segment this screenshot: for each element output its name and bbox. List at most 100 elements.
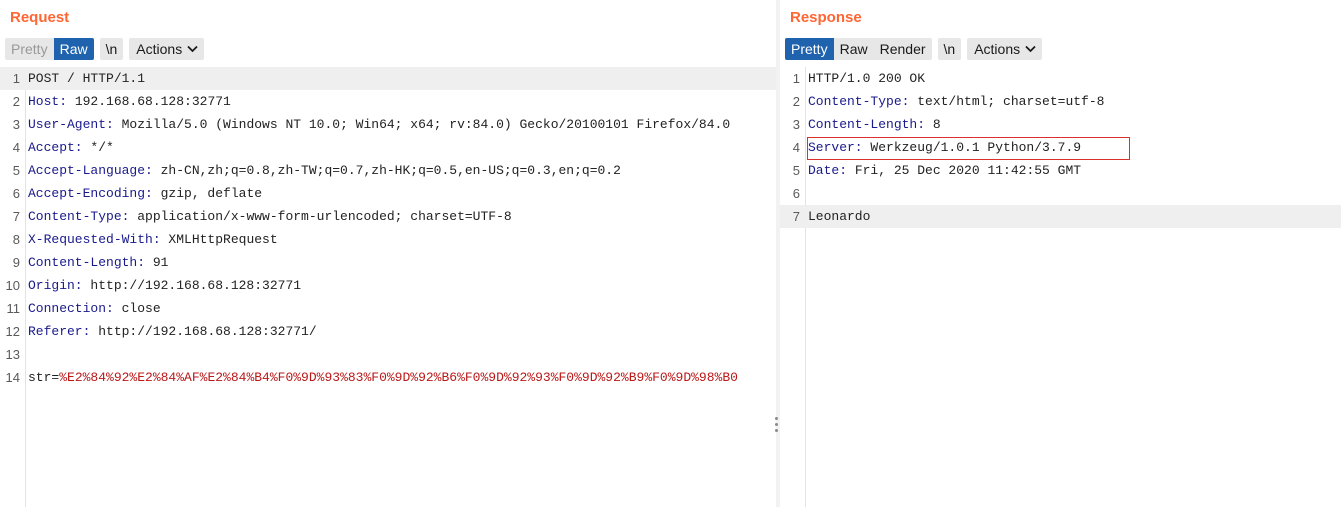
response-tab-render[interactable]: Render [874, 38, 932, 60]
line-text [806, 182, 1341, 205]
response-line: 5 Date: Fri, 25 Dec 2020 11:42:55 GMT [780, 159, 1341, 182]
line-number: 2 [12, 94, 20, 109]
header-value: XMLHttpRequest [160, 232, 278, 247]
header-name: Content-Length: [808, 117, 926, 132]
request-line: 8 X-Requested-With: XMLHttpRequest [0, 228, 776, 251]
line-number: 4 [12, 140, 20, 155]
response-editor[interactable]: 1 HTTP/1.0 200 OK 2 Content-Type: text/html… [780, 67, 1341, 507]
line-number: 3 [12, 117, 20, 132]
line-text: HTTP/1.0 200 OK [806, 67, 1341, 90]
header-value: application/x-www-form-urlencoded; chars… [129, 209, 512, 224]
request-line: 3 User-Agent: Mozilla/5.0 (Windows NT 10.… [0, 113, 776, 136]
request-pane: Request Pretty Raw \n Actions 1 POST / HT… [0, 0, 776, 507]
header-value: Leonardo [808, 209, 871, 224]
header-name: Referer: [28, 324, 91, 339]
header-name: Server: [808, 140, 863, 155]
line-text: Host: 192.168.68.128:32771 [26, 90, 776, 113]
line-number: 3 [792, 117, 800, 132]
header-name: Date: [808, 163, 848, 178]
line-number: 5 [792, 163, 800, 178]
header-name: User-Agent: [28, 117, 114, 132]
header-name: Host: [28, 94, 68, 109]
header-name: Content-Type: [808, 94, 910, 109]
line-text: Accept-Language: zh-CN,zh;q=0.8,zh-TW;q=… [26, 159, 776, 182]
response-actions-label: Actions [974, 41, 1021, 57]
request-line: 1 POST / HTTP/1.1 [0, 67, 776, 90]
response-newline-toggle[interactable]: \n [937, 38, 962, 60]
response-tab-raw[interactable]: Raw [834, 38, 874, 60]
line-number: 6 [12, 186, 20, 201]
request-actions-label: Actions [136, 41, 183, 57]
line-text: POST / HTTP/1.1 [26, 67, 776, 90]
line-number: 14 [5, 370, 20, 385]
header-value: HTTP/1.0 200 OK [808, 71, 926, 86]
header-value: gzip, deflate [152, 186, 263, 201]
request-line: 14 str=%E2%84%92%E2%84%AF%E2%84%B4%F0%9D%… [0, 366, 776, 389]
request-actions-button[interactable]: Actions [129, 38, 205, 60]
chevron-down-icon [187, 45, 198, 53]
line-number: 6 [792, 186, 800, 201]
line-text: Accept-Encoding: gzip, deflate [26, 182, 776, 205]
response-tab-pretty[interactable]: Pretty [785, 38, 834, 60]
header-value: Fri, 25 Dec 2020 11:42:55 GMT [847, 163, 1082, 178]
line-number: 1 [12, 71, 20, 86]
header-name: Accept-Language: [28, 163, 153, 178]
response-title: Response [790, 9, 862, 26]
header-name: X-Requested-With: [28, 232, 161, 247]
line-text: Server: Werkzeug/1.0.1 Python/3.7.9 [806, 136, 1341, 159]
header-name: Content-Length: [28, 255, 146, 270]
header-value: 192.168.68.128:32771 [67, 94, 231, 109]
response-line: 7 Leonardo [780, 205, 1341, 228]
request-line: 4 Accept: */* [0, 136, 776, 159]
param-value: %E2%84%92%E2%84%AF%E2%84%B4%F0%9D%93%83%… [59, 370, 738, 385]
request-line: 11 Connection: close [0, 297, 776, 320]
request-line: 5 Accept-Language: zh-CN,zh;q=0.8,zh-TW;q… [0, 159, 776, 182]
line-number: 7 [792, 209, 800, 224]
response-actions-button[interactable]: Actions [967, 38, 1043, 60]
line-number: 9 [12, 255, 20, 270]
response-toolbar: Pretty Raw Render \n Actions [785, 38, 1043, 60]
response-line: 6 [780, 182, 1341, 205]
header-value: 8 [925, 117, 941, 132]
line-number: 4 [792, 140, 800, 155]
line-number: 1 [792, 71, 800, 86]
line-text: Content-Length: 8 [806, 113, 1341, 136]
line-text: Connection: close [26, 297, 776, 320]
request-code: 1 POST / HTTP/1.1 2 Host: 192.168.68.128:32… [0, 67, 776, 389]
line-number: 8 [12, 232, 20, 247]
request-editor[interactable]: 1 POST / HTTP/1.1 2 Host: 192.168.68.128:32… [0, 67, 776, 507]
header-name: Origin: [28, 278, 83, 293]
header-value: str= [28, 370, 60, 385]
line-text: Origin: http://192.168.68.128:32771 [26, 274, 776, 297]
header-value: */* [82, 140, 114, 155]
request-newline-toggle[interactable]: \n [99, 38, 124, 60]
header-value: 91 [145, 255, 169, 270]
line-number: 11 [6, 301, 21, 316]
request-line: 6 Accept-Encoding: gzip, deflate [0, 182, 776, 205]
response-line: 4 Server: Werkzeug/1.0.1 Python/3.7.9 [780, 136, 1341, 159]
line-number: 5 [12, 163, 20, 178]
request-tab-raw[interactable]: Raw [53, 38, 94, 60]
header-name: Connection: [28, 301, 114, 316]
response-view-tabs: Pretty Raw Render [785, 38, 932, 60]
line-text: Date: Fri, 25 Dec 2020 11:42:55 GMT [806, 159, 1341, 182]
request-line: 13 [0, 343, 776, 366]
line-text: Content-Type: text/html; charset=utf-8 [806, 90, 1341, 113]
more-options-icon[interactable] [775, 416, 779, 434]
line-number: 13 [5, 347, 20, 362]
header-name: Accept-Encoding: [28, 186, 153, 201]
response-code: 1 HTTP/1.0 200 OK 2 Content-Type: text/html… [780, 67, 1341, 228]
header-value: text/html; charset=utf-8 [909, 94, 1105, 109]
response-line: 2 Content-Type: text/html; charset=utf-8 [780, 90, 1341, 113]
line-number: 2 [792, 94, 800, 109]
header-value: zh-CN,zh;q=0.8,zh-TW;q=0.7,zh-HK;q=0.5,e… [152, 163, 621, 178]
chevron-down-icon [1025, 45, 1036, 53]
request-line: 9 Content-Length: 91 [0, 251, 776, 274]
line-text: X-Requested-With: XMLHttpRequest [26, 228, 776, 251]
request-line: 12 Referer: http://192.168.68.128:32771/ [0, 320, 776, 343]
request-view-tabs: Pretty Raw [5, 38, 94, 60]
header-value: http://192.168.68.128:32771 [82, 278, 302, 293]
request-tab-pretty[interactable]: Pretty [5, 38, 54, 60]
request-line: 10 Origin: http://192.168.68.128:32771 [0, 274, 776, 297]
header-value: POST / HTTP/1.1 [28, 71, 146, 86]
